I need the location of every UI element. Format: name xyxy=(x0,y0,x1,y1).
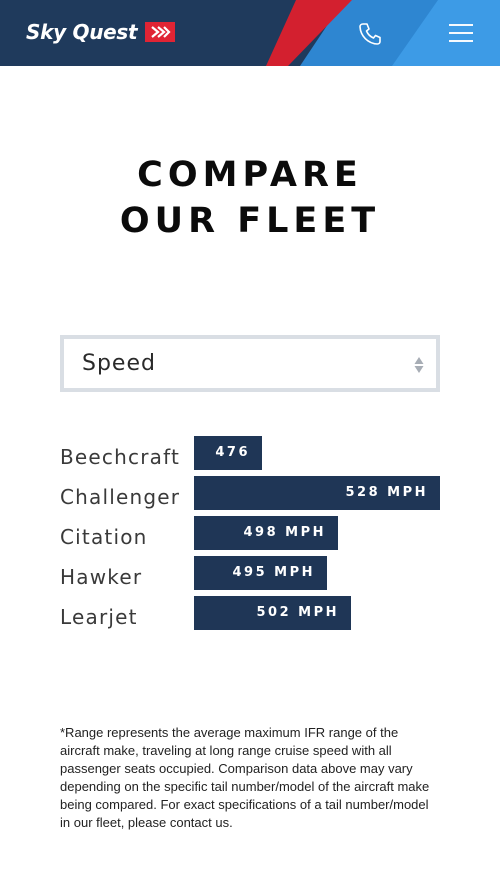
page-title: COMPARE OUR FLEET xyxy=(119,155,381,241)
menu-line xyxy=(449,24,473,26)
phone-icon xyxy=(359,23,381,45)
menu-line xyxy=(449,40,473,42)
fleet-speed-chart: Beechcraft476 MPHChallenger528 MPHCitati… xyxy=(60,436,440,636)
bar-value-label: 495 MPH xyxy=(232,565,315,580)
bar-label: Challenger xyxy=(60,485,181,509)
site-header: Sky Quest xyxy=(0,0,500,66)
metric-select-value: Speed xyxy=(82,351,156,376)
bar-label: Beechcraft xyxy=(60,445,181,469)
logo[interactable]: Sky Quest xyxy=(26,20,176,44)
bar-label: Hawker xyxy=(60,565,143,589)
bar-value-label: 528 MPH xyxy=(345,485,428,500)
metric-select[interactable]: Speed xyxy=(60,335,440,392)
up-down-arrows-icon xyxy=(414,357,424,373)
footnote: *Range represents the average maximum IF… xyxy=(60,725,430,830)
bar-value-label: 502 MPH xyxy=(256,605,339,620)
bar-value-label: 498 MPH xyxy=(243,525,326,540)
bar-label: Citation xyxy=(60,525,148,549)
bar-label: Learjet xyxy=(60,605,138,629)
logo-text: Sky Quest xyxy=(26,20,138,44)
hamburger-menu-icon[interactable] xyxy=(449,22,473,44)
menu-line xyxy=(449,32,473,34)
chevrons-right-icon xyxy=(145,22,176,42)
phone-button[interactable] xyxy=(356,20,384,48)
